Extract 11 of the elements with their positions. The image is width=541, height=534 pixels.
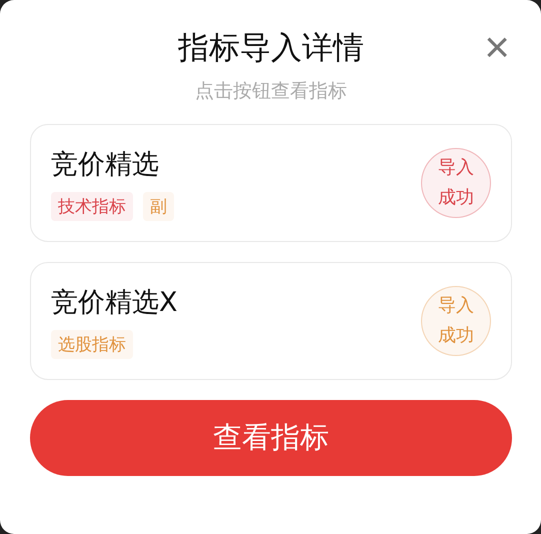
status-stamp: 导入成功 bbox=[421, 286, 491, 356]
status-stamp: 导入成功 bbox=[421, 148, 491, 218]
close-button[interactable]: × bbox=[484, 28, 510, 68]
view-indicators-button[interactable]: 查看指标 bbox=[30, 400, 512, 476]
dialog-subtitle: 点击按钮查看指标 bbox=[194, 79, 348, 104]
indicator-tag: 技术指标 bbox=[51, 192, 133, 220]
indicator-name: 竞价精选X bbox=[51, 286, 178, 320]
indicator-tag: 副 bbox=[143, 192, 174, 220]
indicator-tag: 选股指标 bbox=[51, 330, 133, 358]
dialog-title: 指标导入详情 bbox=[178, 29, 364, 68]
indicator-name: 竞价精选 bbox=[51, 148, 160, 182]
